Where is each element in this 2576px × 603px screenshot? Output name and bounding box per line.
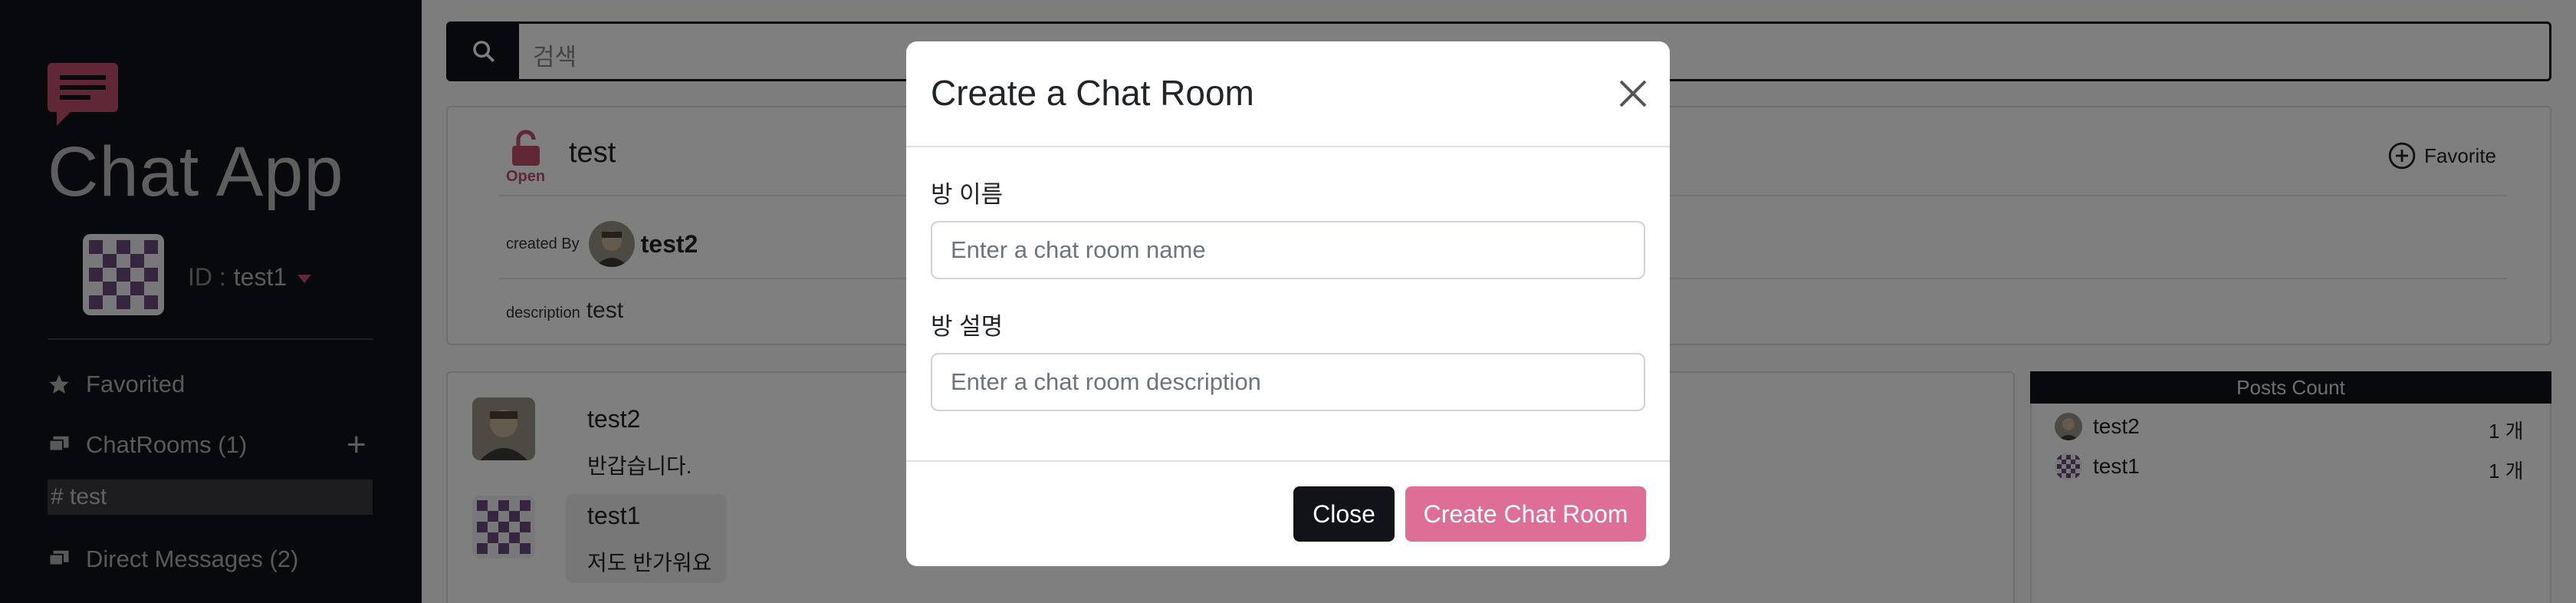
close-button[interactable]: Close — [1293, 486, 1395, 542]
close-icon[interactable] — [1615, 75, 1651, 112]
create-chat-room-modal: Create a Chat Room 방 이름 방 설명 Close Creat… — [906, 41, 1670, 566]
modal-header-divider — [906, 146, 1670, 147]
room-name-input[interactable] — [931, 221, 1645, 279]
create-chat-room-button[interactable]: Create Chat Room — [1405, 486, 1646, 542]
room-description-label: 방 설명 — [931, 313, 1004, 340]
modal-title: Create a Chat Room — [931, 73, 1254, 113]
room-description-input[interactable] — [931, 353, 1645, 411]
room-name-label: 방 이름 — [931, 181, 1004, 208]
modal-footer-divider — [906, 460, 1670, 462]
